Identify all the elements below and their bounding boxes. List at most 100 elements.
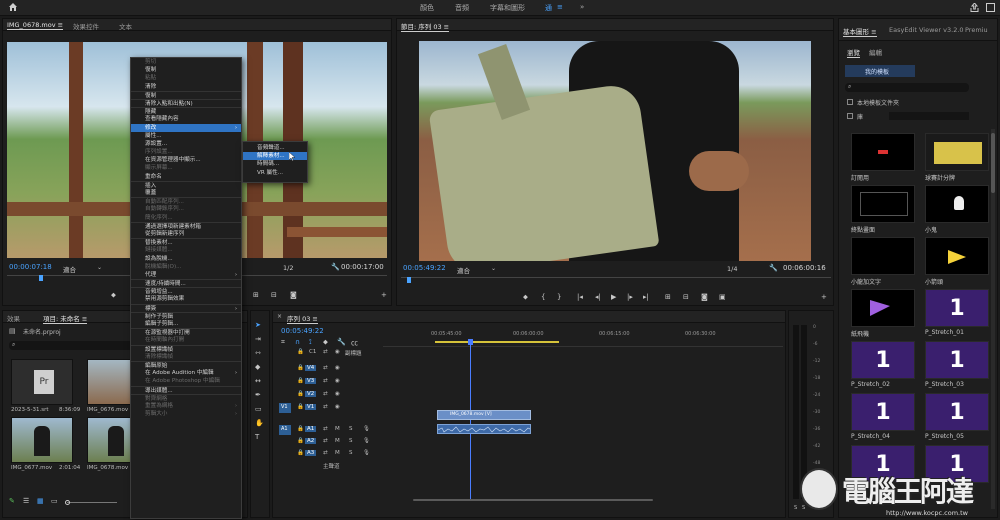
toggle-sync-icon[interactable]: ⇄ [323, 378, 328, 384]
template-thumbnail[interactable] [925, 133, 989, 171]
pen-tool-icon[interactable]: ✒ [255, 391, 261, 399]
step-back-icon[interactable]: ◂| [595, 293, 601, 301]
track-select-tool-icon[interactable]: ⇥ [255, 335, 261, 343]
template-thumbnail[interactable] [851, 185, 915, 223]
add-button-icon[interactable]: + [821, 293, 827, 301]
eye-icon[interactable]: ◉ [335, 404, 340, 410]
lock-icon[interactable]: 🔒 [297, 378, 304, 384]
hand-tool-icon[interactable]: ✋ [255, 419, 264, 427]
workspace-audio[interactable]: 音頻 [455, 3, 469, 13]
context-menu-item[interactable]: 導出媒體... [131, 385, 241, 394]
close-icon[interactable]: × [277, 313, 282, 320]
source-zoom[interactable]: 1/2 [283, 264, 293, 272]
context-menu-item[interactable]: 顯示屏幕... [131, 164, 241, 172]
camera-icon[interactable]: ◙ [290, 291, 297, 299]
settings-wrench-icon[interactable]: 🔧 [337, 338, 346, 346]
context-menu-item[interactable]: 標簽 › [131, 303, 241, 312]
type-tool-icon[interactable]: T [255, 433, 259, 441]
work-area-bar[interactable] [435, 341, 559, 343]
extract-icon[interactable]: ⊟ [683, 293, 689, 301]
rectangle-tool-icon[interactable]: ▭ [255, 405, 262, 413]
template-thumbnail[interactable]: 1 [851, 341, 915, 379]
razor-tool-icon[interactable]: ◆ [255, 363, 260, 371]
microphone-icon[interactable]: 🎙 [363, 450, 370, 456]
context-menu-item[interactable]: 禁用源剪輯效果 [131, 295, 241, 303]
clip-video[interactable]: IMG_0678.mov [V] [437, 410, 531, 420]
context-menu-item[interactable]: 查看隱藏內容 [131, 115, 241, 123]
eye-icon[interactable]: ◉ [335, 365, 340, 371]
program-video-frame[interactable] [419, 41, 811, 261]
eye-icon[interactable]: ◉ [335, 378, 340, 384]
tab-effect-controls[interactable]: 效果控件 [73, 21, 99, 31]
context-menu-item[interactable]: 從剪輯新建序列 [131, 230, 241, 238]
export-frame-icon[interactable]: ◙ [701, 293, 708, 301]
eye-icon[interactable]: ◉ [335, 391, 340, 397]
context-menu-item[interactable]: 對齊網格 [131, 393, 241, 402]
workspace-color[interactable]: 顏色 [420, 3, 434, 13]
tab-premiumbeat[interactable]: Premiu [965, 26, 988, 34]
solo-button[interactable]: S [349, 438, 353, 444]
context-menu-item[interactable]: 自動轉錄序列... [131, 205, 241, 213]
microphone-icon[interactable]: 🎙 [363, 438, 370, 444]
timeline-hscroll[interactable] [383, 497, 783, 503]
context-menu-item[interactable]: 覆蓋 [131, 189, 241, 197]
tab-sequence[interactable]: 序列 03 ≡ [287, 313, 318, 324]
library-checkbox[interactable] [847, 113, 853, 119]
submenu-audio-channels[interactable]: 音頻聲道... [243, 144, 307, 152]
my-templates-button[interactable]: 我的模板 [845, 65, 915, 77]
track-target[interactable]: V2 [305, 391, 317, 397]
context-menu-item[interactable]: 在 Adobe Audition 中編輯 › [131, 369, 241, 377]
source-fit-chevron-icon[interactable]: ⌄ [97, 264, 102, 271]
comparison-view-icon[interactable]: ▣ [719, 293, 726, 301]
workspace-menu-icon[interactable]: ≡ [557, 3, 563, 11]
pencil-icon[interactable]: ✎ [9, 497, 15, 505]
source-patch-v1[interactable]: V1 [279, 403, 291, 413]
track-target[interactable]: A2 [305, 438, 317, 444]
project-search-input[interactable]: ⌕ [9, 341, 133, 350]
context-menu-item[interactable]: 脫機編輯(O)... [131, 263, 241, 271]
context-menu-item[interactable]: 清除 [131, 83, 241, 91]
tab-text[interactable]: 文本 [119, 21, 132, 31]
context-menu-item[interactable]: 清除標識幀 [131, 353, 241, 361]
submenu-timecode[interactable]: 時間碼... [243, 160, 307, 168]
mute-button[interactable]: M [335, 438, 340, 444]
context-menu-item[interactable]: 重命名 [131, 173, 241, 181]
program-scrubber[interactable] [401, 277, 831, 283]
workspace-general[interactable]: 通 [545, 3, 552, 13]
microphone-icon[interactable]: 🎙 [363, 426, 370, 432]
selection-tool-icon[interactable]: ➤ [255, 321, 261, 329]
workspace-captions[interactable]: 字幕和圖形 [490, 3, 525, 13]
home-icon[interactable] [8, 2, 18, 12]
tab-effects[interactable]: 效果 [7, 313, 20, 323]
eg-scroll-thumb[interactable] [991, 133, 995, 193]
program-wrench-icon[interactable]: 🔧 [769, 264, 778, 272]
play-icon[interactable]: ▶ [611, 293, 616, 301]
context-menu-item[interactable]: 通過選擇項新建素材箱 [131, 221, 241, 230]
program-fit-dropdown[interactable]: 適合 [457, 265, 470, 275]
context-menu-item[interactable]: 剪切 [131, 58, 241, 66]
context-menu-item[interactable]: 粘貼 [131, 74, 241, 82]
step-forward-icon[interactable]: |▸ [627, 293, 633, 301]
snap-icon[interactable]: ∩ [295, 338, 300, 346]
program-timecode-in[interactable]: 00:05:49:22 [403, 264, 446, 272]
eg-scrollbar[interactable] [991, 129, 995, 509]
mark-in-icon[interactable]: { [541, 293, 545, 301]
lock-icon[interactable]: 🔒 [297, 404, 304, 410]
freeform-view-icon[interactable]: ▭ [51, 497, 58, 505]
tab-project[interactable]: 項目: 未命名 ≡ [43, 313, 88, 324]
fullscreen-icon[interactable] [986, 3, 995, 12]
add-marker-icon[interactable]: ⬥ [323, 338, 328, 347]
solo-left-button[interactable]: S [794, 505, 797, 511]
toggle-sync-icon[interactable]: ⇄ [323, 404, 328, 410]
context-menu-item[interactable]: 序列設置... [131, 148, 241, 156]
tab-program[interactable]: 節目: 序列 03 ≡ [401, 21, 450, 32]
context-menu-item[interactable]: 清除入點和出點(N) [131, 98, 241, 107]
template-thumbnail[interactable] [851, 237, 915, 275]
playhead-handle[interactable] [468, 339, 473, 345]
context-menu-item[interactable]: 在資源管理器中顯示... [131, 156, 241, 164]
context-menu-item[interactable]: 復制 [131, 66, 241, 74]
overwrite-icon[interactable]: ⊟ [271, 291, 277, 299]
marker-icon[interactable]: ⬥ [111, 291, 116, 300]
submenu-interpret-footage[interactable]: 解釋素材... [243, 152, 307, 161]
linked-selection-icon[interactable]: ⟟ [309, 338, 312, 347]
